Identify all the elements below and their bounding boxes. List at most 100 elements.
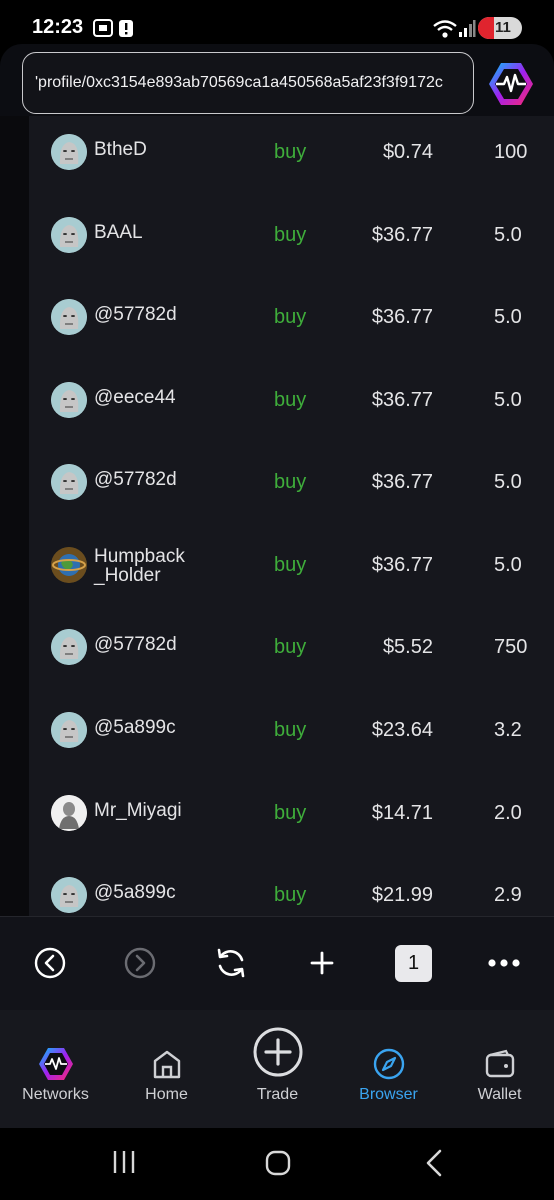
pulse-logo-icon[interactable] [487,60,535,108]
trade-price: $36.77 [371,389,433,411]
plus-circle-icon [253,1027,303,1077]
wallet-icon [485,1049,515,1078]
tab-count-button[interactable]: 1 [395,945,432,982]
home-nav-icon[interactable] [263,1148,293,1178]
tab-trade[interactable]: Trade [222,1010,333,1120]
trader-name[interactable]: @eece44 [94,388,204,407]
trade-price: $36.77 [371,554,433,576]
trade-side: buy [274,141,307,163]
tab-networks[interactable]: Networks [0,1010,111,1120]
address-bar[interactable]: 'profile/0xc3154e893ab70569ca1a450568a5a… [22,52,474,114]
trade-row[interactable]: @57782d buy $5.52 750 [29,619,554,701]
wifi-icon [433,20,457,38]
trader-name[interactable]: BAAL [94,223,204,242]
npc-avatar [51,877,87,913]
trade-side: buy [274,636,307,658]
trade-side: buy [274,471,307,493]
battery-indicator: 11 [478,17,522,39]
trade-row[interactable]: @5a899c buy $23.64 3.2 [29,702,554,784]
trade-price: $21.99 [371,884,433,906]
trade-price: $23.64 [371,719,433,741]
pulse-logo-icon [39,1048,73,1080]
trade-side: buy [274,719,307,741]
trade-price: $36.77 [371,306,433,328]
npc-avatar [51,299,87,335]
home-icon [153,1050,181,1079]
npc-avatar [51,464,87,500]
trade-side: buy [274,224,307,246]
new-tab-icon[interactable] [302,943,342,983]
trade-amount: 750 [494,636,528,658]
npc-avatar [51,712,87,748]
trade-row[interactable]: Humpback _Holder buy $36.77 5.0 [29,537,554,619]
battery-level: 11 [495,19,511,36]
earth-avatar [51,547,87,583]
trade-side: buy [274,306,307,328]
tab-wallet[interactable]: Wallet [444,1010,554,1120]
alert-icon [119,20,133,37]
trader-name[interactable]: @57782d [94,470,204,489]
trade-amount: 5.0 [494,389,522,411]
trader-name[interactable]: BtheD [94,140,204,159]
npc-avatar [51,217,87,253]
system-nav-bar [0,1128,554,1200]
trade-amount: 3.2 [494,719,522,741]
trade-side: buy [274,554,307,576]
recents-icon[interactable] [110,1148,138,1176]
trade-side: buy [274,802,307,824]
back-nav-icon[interactable] [422,1148,446,1178]
tab-label: Trade [256,1086,299,1103]
trade-amount: 5.0 [494,224,522,246]
trade-row[interactable]: @57782d buy $36.77 5.0 [29,454,554,536]
trade-price: $5.52 [382,636,433,658]
trade-row[interactable]: @eece44 buy $36.77 5.0 [29,372,554,454]
screenshot-icon [93,19,113,37]
status-time: 12:23 [32,16,84,38]
trade-amount: 2.0 [494,802,522,824]
npc-avatar [51,629,87,665]
trader-name[interactable]: @57782d [94,305,204,324]
trades-panel: BtheD buy $0.74 100 BAAL buy $36.77 5.0 … [29,116,554,916]
trader-name[interactable]: @5a899c [94,718,204,737]
web-content[interactable]: BtheD buy $0.74 100 BAAL buy $36.77 5.0 … [0,116,554,916]
forward-icon[interactable] [120,943,160,983]
signal-icon [459,20,476,37]
trade-row[interactable]: @57782d buy $36.77 5.0 [29,289,554,371]
trader-name[interactable]: @5a899c [94,883,204,902]
trader-name[interactable]: @57782d [94,635,204,654]
browser-toolbar [0,916,554,1010]
npc-avatar [51,382,87,418]
address-bar-url: 'profile/0xc3154e893ab70569ca1a450568a5a… [35,74,443,91]
tab-label: Home [145,1086,188,1103]
trade-amount: 5.0 [494,471,522,493]
trade-amount: 2.9 [494,884,522,906]
trade-price: $36.77 [371,224,433,246]
tab-label: Wallet [477,1086,522,1103]
battery-low-icon [478,17,494,39]
trade-price: $36.77 [371,471,433,493]
trade-row[interactable]: BAAL buy $36.77 5.0 [29,207,554,289]
tab-browser[interactable]: Browser [333,1010,444,1120]
reload-icon[interactable] [211,943,251,983]
more-icon[interactable] [484,943,524,983]
trade-amount: 5.0 [494,306,522,328]
trade-amount: 5.0 [494,554,522,576]
trade-price: $14.71 [371,802,433,824]
tab-label: Browser [359,1086,418,1103]
trade-side: buy [274,389,307,411]
npc-avatar [51,134,87,170]
statue-avatar [51,795,87,831]
tab-label: Networks [22,1086,89,1103]
trade-amount: 100 [494,141,528,163]
trade-side: buy [274,884,307,906]
trader-name[interactable]: Mr_Miyagi [94,801,204,820]
trade-row[interactable]: BtheD buy $0.74 100 [29,124,554,206]
tab-home[interactable]: Home [111,1010,222,1120]
bottom-tab-bar: Networks Home Trade Browser Wallet [0,1010,554,1128]
trade-row[interactable]: @5a899c buy $21.99 2.9 [29,867,554,916]
trade-price: $0.74 [382,141,433,163]
compass-icon [373,1048,405,1080]
trader-name[interactable]: Humpback _Holder [94,547,204,585]
trade-row[interactable]: Mr_Miyagi buy $14.71 2.0 [29,785,554,867]
back-icon[interactable] [30,943,70,983]
